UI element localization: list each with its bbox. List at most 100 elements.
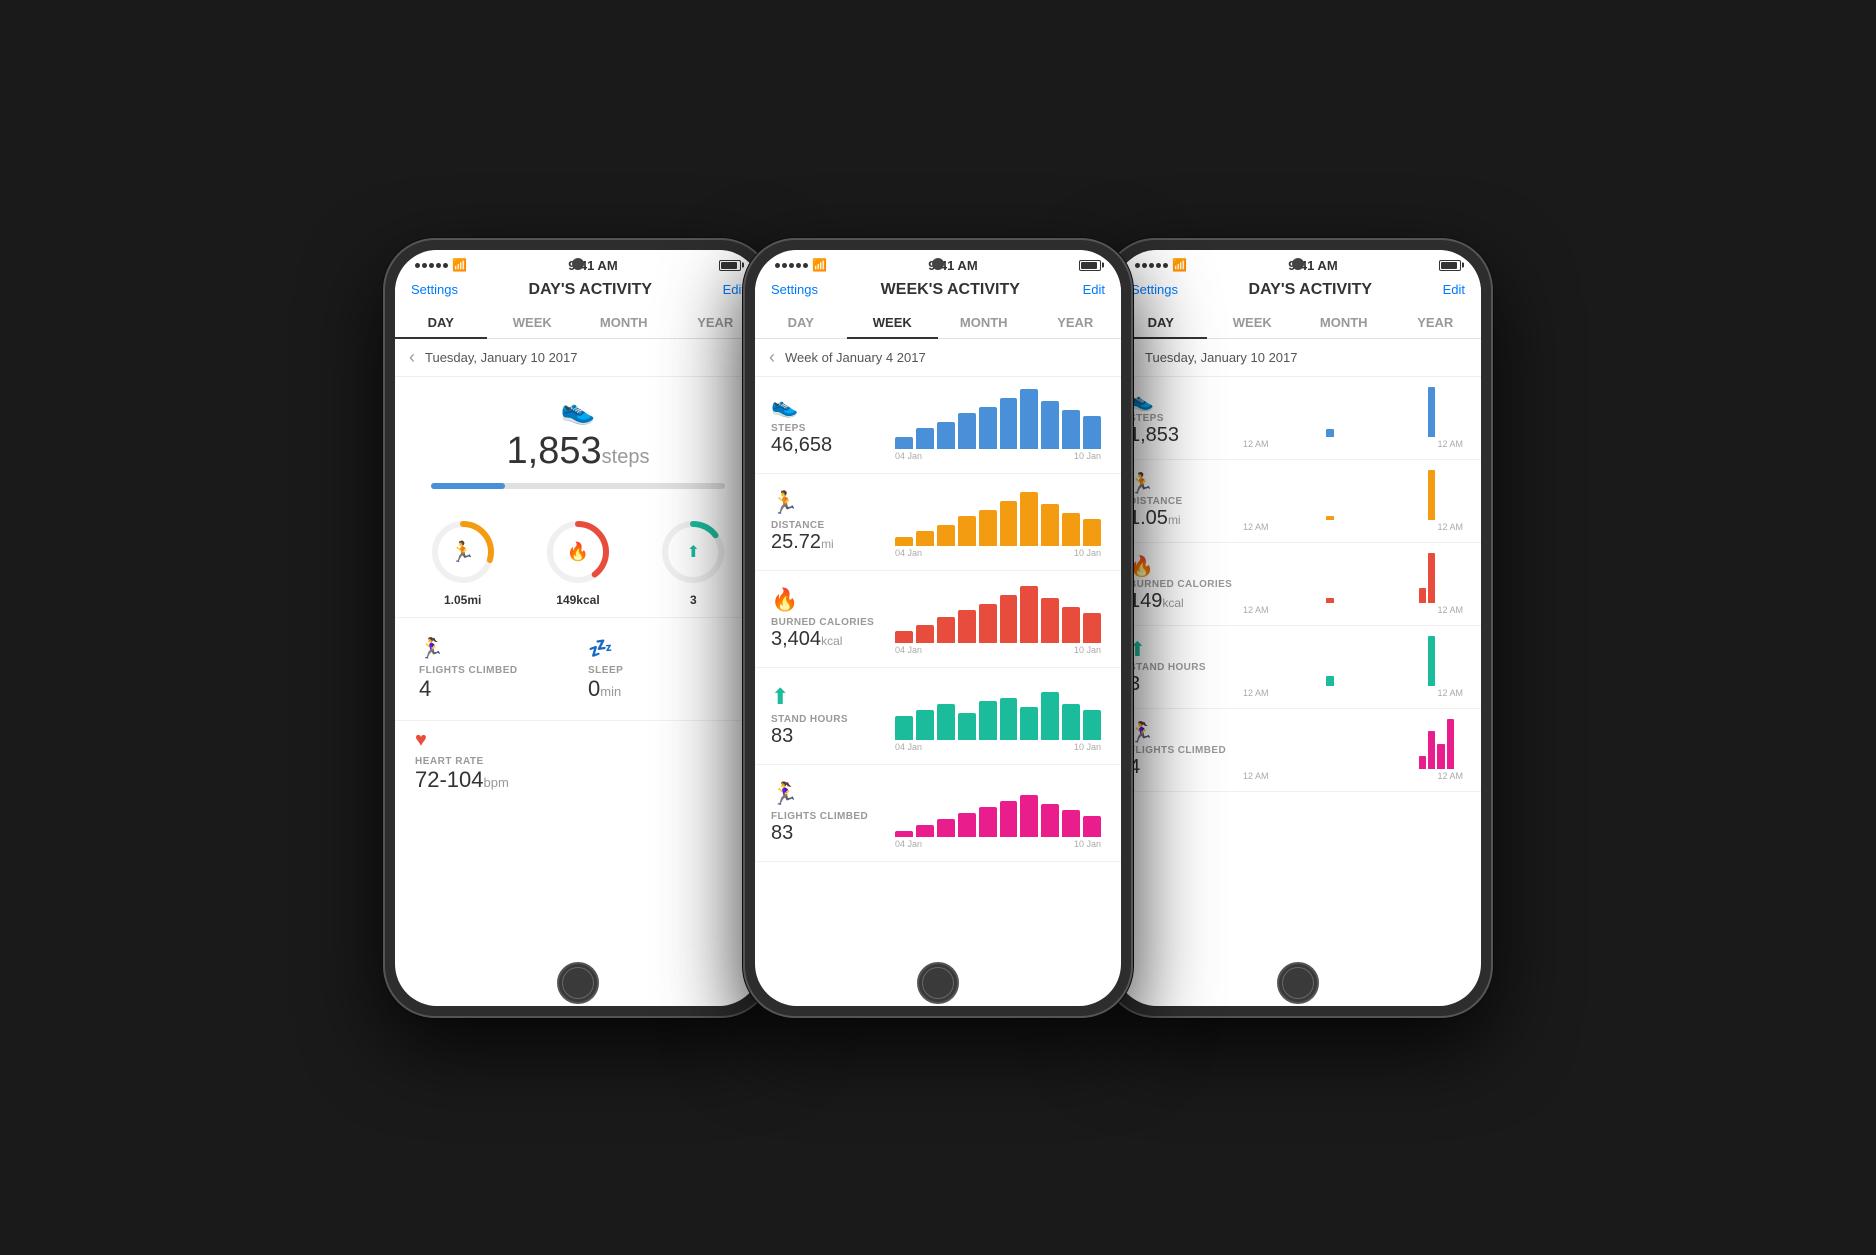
- signal-dot: [1156, 263, 1161, 268]
- battery-fill-2: [1081, 262, 1097, 269]
- screen-content-3[interactable]: 👟 STEPS 1,853: [1115, 377, 1481, 1006]
- ring-icon-distance-1: 🏃: [450, 539, 475, 564]
- bar: [1062, 704, 1080, 740]
- date-text-3: Tuesday, January 10 2017: [1145, 350, 1298, 365]
- bar: [895, 716, 913, 740]
- tab-day-1[interactable]: DAY: [395, 307, 487, 338]
- stand-bars-3: [1239, 636, 1467, 686]
- settings-button-2[interactable]: Settings: [771, 282, 818, 297]
- phone-3-screen: 📶 9:41 AM Settings DAY'S ACTIVITY Edit: [1115, 250, 1481, 1006]
- bar: [916, 625, 934, 643]
- bar: [958, 413, 976, 449]
- bar: [958, 610, 976, 643]
- chart-label-start: 04 Jan: [895, 451, 922, 461]
- ring-calories-1: 🔥 149kcal: [543, 517, 613, 607]
- phones-container: 📶 9:41 AM Settings DAY'S ACTIVITY Edit: [383, 238, 1493, 1018]
- metric-sleep-1: 💤 SLEEP 0min: [580, 626, 745, 712]
- battery-icon-2: [1079, 260, 1101, 271]
- distance-value-2: 25.72mi: [771, 531, 891, 554]
- week-metric-steps-2: 👟 STEPS 46,658: [755, 377, 1121, 474]
- edit-button-3[interactable]: Edit: [1443, 282, 1465, 297]
- bar: [937, 617, 955, 642]
- wifi-icon-1: 📶: [452, 258, 467, 272]
- time-label-end: 12 AM: [1437, 688, 1463, 698]
- wifi-icon-3: 📶: [1172, 258, 1187, 272]
- metric-icon-flights-1: 🏃‍♀️: [419, 636, 568, 661]
- steps-value-2: 46,658: [771, 434, 891, 457]
- home-button-2[interactable]: [917, 962, 959, 1004]
- tab-week-2[interactable]: WEEK: [847, 307, 939, 338]
- ring-stand-1: ⬆ 3: [658, 517, 728, 607]
- back-button-1[interactable]: ‹: [409, 347, 415, 368]
- signal-dot: [775, 263, 780, 268]
- signal-dot: [803, 263, 808, 268]
- steps-bars-2: [891, 389, 1105, 449]
- metric-icon-sleep-1: 💤: [588, 636, 737, 661]
- bar: [1000, 698, 1018, 740]
- status-time-1: 9:41 AM: [568, 258, 617, 273]
- status-left-2: 📶: [775, 258, 827, 272]
- day-metric-steps-3: 👟 STEPS 1,853: [1115, 377, 1481, 460]
- tabs-3: DAY WEEK MONTH YEAR: [1115, 307, 1481, 339]
- screen-content-1[interactable]: 👟 1,853steps: [395, 377, 761, 1006]
- week-metric-stand-2: ⬆ STAND HOURS 83: [755, 668, 1121, 765]
- stand-time-labels-3: 12 AM 12 AM: [1239, 686, 1467, 698]
- back-button-2[interactable]: ‹: [769, 347, 775, 368]
- bar: [937, 422, 955, 449]
- steps-icon-2: 👟: [771, 393, 891, 419]
- steps-count-1: 1,853: [507, 430, 602, 472]
- bar: [1428, 731, 1435, 769]
- time-label-end: 12 AM: [1437, 522, 1463, 532]
- flights-icon-2: 🏃‍♀️: [771, 781, 891, 807]
- home-button-1[interactable]: [557, 962, 599, 1004]
- metric-value-sleep-1: 0min: [588, 676, 737, 702]
- status-right-3: [1439, 260, 1461, 271]
- ring-distance-1: 🏃 1.05mi: [428, 517, 498, 607]
- tab-month-3[interactable]: MONTH: [1298, 307, 1390, 338]
- time-label-start: 12 AM: [1243, 439, 1269, 449]
- stand-chart-labels-2: 04 Jan 10 Jan: [891, 740, 1105, 752]
- tabs-2: DAY WEEK MONTH YEAR: [755, 307, 1121, 339]
- stand-value-3: 3: [1129, 673, 1239, 696]
- week-metric-left-flights-2: 🏃‍♀️ FLIGHTS CLIMBED 83: [771, 781, 891, 845]
- bar: [1062, 810, 1080, 837]
- settings-button-3[interactable]: Settings: [1131, 282, 1178, 297]
- date-nav-2: ‹ Week of January 4 2017: [755, 339, 1121, 377]
- flights-chart-labels-2: 04 Jan 10 Jan: [891, 837, 1105, 849]
- tab-day-2[interactable]: DAY: [755, 307, 847, 338]
- tab-week-1[interactable]: WEEK: [487, 307, 579, 338]
- settings-button-1[interactable]: Settings: [411, 282, 458, 297]
- tab-week-3[interactable]: WEEK: [1207, 307, 1299, 338]
- status-time-3: 9:41 AM: [1288, 258, 1337, 273]
- time-label-start: 12 AM: [1243, 605, 1269, 615]
- bar: [916, 825, 934, 837]
- signal-dot: [789, 263, 794, 268]
- date-text-1: Tuesday, January 10 2017: [425, 350, 578, 365]
- week-metric-calories-2: 🔥 BURNED CALORIES 3,404kcal: [755, 571, 1121, 668]
- edit-button-1[interactable]: Edit: [723, 282, 745, 297]
- page-title-3: DAY'S ACTIVITY: [1249, 281, 1373, 299]
- bar: [1326, 676, 1333, 686]
- tab-year-3[interactable]: YEAR: [1390, 307, 1482, 338]
- metric-label-sleep-1: SLEEP: [588, 665, 737, 676]
- tab-month-2[interactable]: MONTH: [938, 307, 1030, 338]
- stand-value-2: 83: [771, 725, 891, 748]
- heart-label-1: HEART RATE: [415, 756, 741, 767]
- steps-label-3: STEPS: [1129, 413, 1239, 424]
- bar: [1447, 719, 1454, 769]
- tab-month-1[interactable]: MONTH: [578, 307, 670, 338]
- edit-button-2[interactable]: Edit: [1083, 282, 1105, 297]
- day-metric-left-stand-3: ⬆ STAND HOURS 3: [1129, 637, 1239, 696]
- status-bar-1: 📶 9:41 AM: [395, 250, 761, 277]
- time-label-end: 12 AM: [1437, 771, 1463, 781]
- ring-icon-calories-1: 🔥: [567, 541, 589, 562]
- chart-label-start: 04 Jan: [895, 645, 922, 655]
- calories-icon-2: 🔥: [771, 587, 891, 613]
- time-label-start: 12 AM: [1243, 771, 1269, 781]
- screen-content-2[interactable]: 👟 STEPS 46,658: [755, 377, 1121, 1006]
- distance-icon-3: 🏃: [1129, 471, 1239, 496]
- home-button-3[interactable]: [1277, 962, 1319, 1004]
- tab-year-2[interactable]: YEAR: [1030, 307, 1122, 338]
- bar: [916, 531, 934, 546]
- steps-icon-3: 👟: [1129, 388, 1239, 413]
